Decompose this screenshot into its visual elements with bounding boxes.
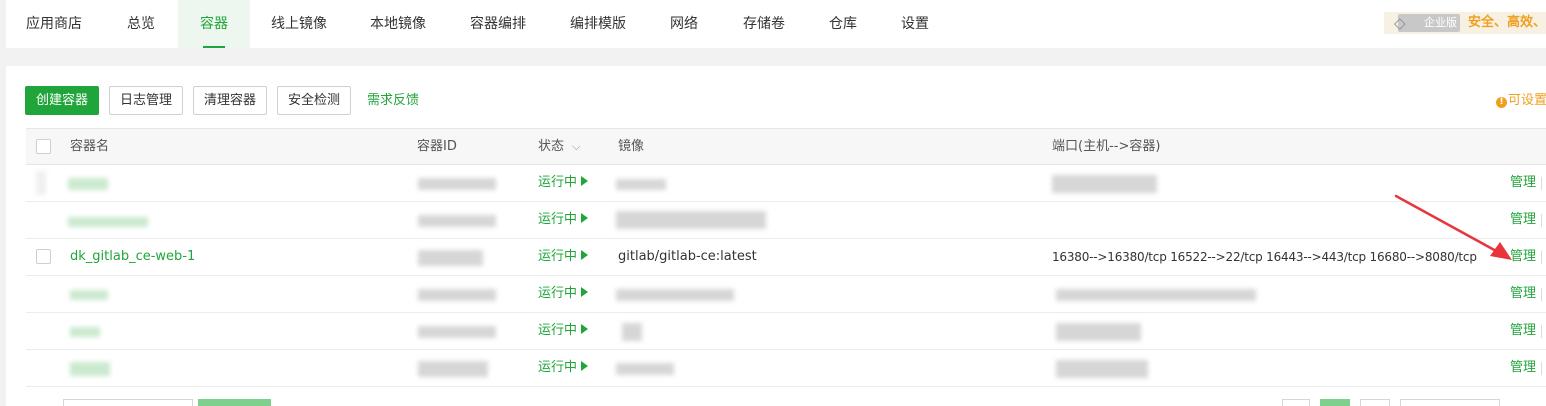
page-prev-button[interactable] bbox=[1282, 399, 1310, 406]
enterprise-banner[interactable]: 企业版 ◇ 安全、高效、让 bbox=[1384, 12, 1546, 34]
redacted-ports bbox=[1056, 323, 1141, 341]
batch-action-select[interactable] bbox=[63, 399, 193, 406]
status-running: 运行中 bbox=[538, 239, 589, 275]
status-label: 运行中 bbox=[538, 175, 578, 190]
page-current-button[interactable] bbox=[1320, 399, 1350, 406]
redacted-image bbox=[616, 211, 766, 229]
redacted-image bbox=[616, 289, 734, 301]
header-status[interactable]: 状态 ⌵ bbox=[538, 129, 581, 165]
redacted-checkbox bbox=[36, 171, 46, 195]
tab-overview[interactable]: 总览 bbox=[127, 0, 155, 48]
status-label: 运行中 bbox=[538, 212, 578, 227]
tab-containers[interactable]: 容器 bbox=[178, 0, 250, 48]
status-running: 运行中 bbox=[538, 202, 589, 238]
tab-volumes[interactable]: 存储卷 bbox=[743, 0, 785, 48]
manage-link[interactable]: 管理 bbox=[1510, 313, 1536, 349]
tab-app-store[interactable]: 应用商店 bbox=[26, 0, 82, 48]
play-icon bbox=[581, 213, 589, 223]
redacted-id bbox=[418, 289, 496, 301]
redacted-name bbox=[70, 362, 110, 376]
page-size-select[interactable] bbox=[1400, 399, 1500, 406]
tab-online-images[interactable]: 线上镜像 bbox=[271, 0, 327, 48]
enterprise-badge: 企业版 bbox=[1398, 14, 1460, 32]
play-icon bbox=[581, 324, 589, 334]
status-running: 运行中 bbox=[538, 313, 589, 349]
tab-compose[interactable]: 容器编排 bbox=[470, 0, 526, 48]
action-divider bbox=[1541, 362, 1542, 375]
row-checkbox[interactable] bbox=[36, 249, 51, 264]
table-row[interactable]: 运行中 管理 bbox=[26, 350, 1546, 387]
status-running: 运行中 bbox=[538, 276, 589, 312]
redacted-ports bbox=[1056, 289, 1256, 301]
table-header: 容器名 容器ID 状态 ⌵ 镜像 端口(主机-->容器) bbox=[26, 128, 1546, 165]
table-row[interactable]: 运行中 管理 bbox=[26, 165, 1546, 202]
select-all-checkbox[interactable] bbox=[36, 139, 51, 154]
settings-tip[interactable]: ! 可设置 bbox=[1496, 86, 1546, 115]
redacted-name bbox=[70, 290, 108, 300]
redacted-name bbox=[70, 327, 100, 337]
redacted-id bbox=[418, 326, 496, 338]
chevron-down-icon: ⌵ bbox=[572, 140, 581, 153]
container-image: gitlab/gitlab-ce:latest bbox=[618, 249, 757, 264]
container-name-link[interactable]: dk_gitlab_ce-web-1 bbox=[70, 239, 195, 275]
redacted-name bbox=[68, 217, 148, 227]
redacted-id bbox=[418, 361, 488, 377]
manage-link[interactable]: 管理 bbox=[1510, 276, 1536, 312]
feedback-link[interactable]: 需求反馈 bbox=[367, 86, 419, 115]
tab-compose-templates[interactable]: 编排模版 bbox=[570, 0, 626, 48]
diamond-icon: ◇ bbox=[1394, 14, 1406, 32]
table-row[interactable]: dk_gitlab_ce-web-1 运行中 gitlab/gitlab-ce:… bbox=[26, 239, 1546, 276]
tab-local-images[interactable]: 本地镜像 bbox=[370, 0, 426, 48]
status-running: 运行中 bbox=[538, 165, 589, 201]
page-next-button[interactable] bbox=[1360, 399, 1390, 406]
action-divider bbox=[1541, 214, 1542, 227]
status-label: 运行中 bbox=[538, 249, 578, 264]
action-divider bbox=[1541, 177, 1542, 190]
annotation-arrow-icon bbox=[1394, 194, 1512, 260]
enterprise-slogan: 安全、高效、让 bbox=[1468, 15, 1546, 30]
redacted-ports bbox=[1052, 175, 1157, 193]
status-label: 运行中 bbox=[538, 360, 578, 375]
action-divider bbox=[1541, 251, 1542, 264]
header-status-label: 状态 bbox=[538, 139, 565, 154]
redacted-id bbox=[418, 250, 483, 266]
log-management-button[interactable]: 日志管理 bbox=[109, 86, 183, 115]
redacted-image bbox=[616, 179, 666, 190]
status-label: 运行中 bbox=[538, 323, 578, 338]
redacted-name bbox=[68, 178, 108, 190]
header-name[interactable]: 容器名 bbox=[70, 129, 109, 165]
warning-icon: ! bbox=[1496, 97, 1507, 108]
tab-registry[interactable]: 仓库 bbox=[829, 0, 857, 48]
status-label: 运行中 bbox=[538, 286, 578, 301]
redacted-id bbox=[418, 215, 496, 227]
table-row[interactable]: 运行中 管理 bbox=[26, 313, 1546, 350]
create-container-button[interactable]: 创建容器 bbox=[25, 86, 99, 115]
batch-execute-button[interactable] bbox=[198, 399, 271, 406]
tab-settings[interactable]: 设置 bbox=[901, 0, 929, 48]
table-row[interactable]: 运行中 管理 bbox=[26, 276, 1546, 313]
redacted-image bbox=[622, 323, 642, 341]
table-row[interactable]: 运行中 管理 bbox=[26, 202, 1546, 239]
tip-label: 可设置 bbox=[1508, 93, 1546, 108]
redacted-id bbox=[418, 178, 496, 190]
status-running: 运行中 bbox=[538, 350, 589, 386]
top-nav: 应用商店 总览 容器 线上镜像 本地镜像 容器编排 编排模版 网络 存储卷 仓库… bbox=[6, 0, 1546, 48]
action-divider bbox=[1541, 288, 1542, 301]
security-check-button[interactable]: 安全检测 bbox=[277, 86, 351, 115]
action-divider bbox=[1541, 325, 1542, 338]
enterprise-badge-label: 企业版 bbox=[1424, 16, 1457, 29]
play-icon bbox=[581, 361, 589, 371]
tab-network[interactable]: 网络 bbox=[670, 0, 698, 48]
play-icon bbox=[581, 287, 589, 297]
clean-containers-button[interactable]: 清理容器 bbox=[193, 86, 267, 115]
play-icon bbox=[581, 250, 589, 260]
redacted-ports bbox=[1056, 360, 1148, 378]
header-ports: 端口(主机-->容器) bbox=[1052, 139, 1161, 154]
manage-link[interactable]: 管理 bbox=[1510, 350, 1536, 386]
header-image: 镜像 bbox=[618, 139, 645, 154]
header-id: 容器ID bbox=[417, 139, 457, 154]
play-icon bbox=[581, 176, 589, 186]
redacted-image bbox=[616, 363, 674, 375]
